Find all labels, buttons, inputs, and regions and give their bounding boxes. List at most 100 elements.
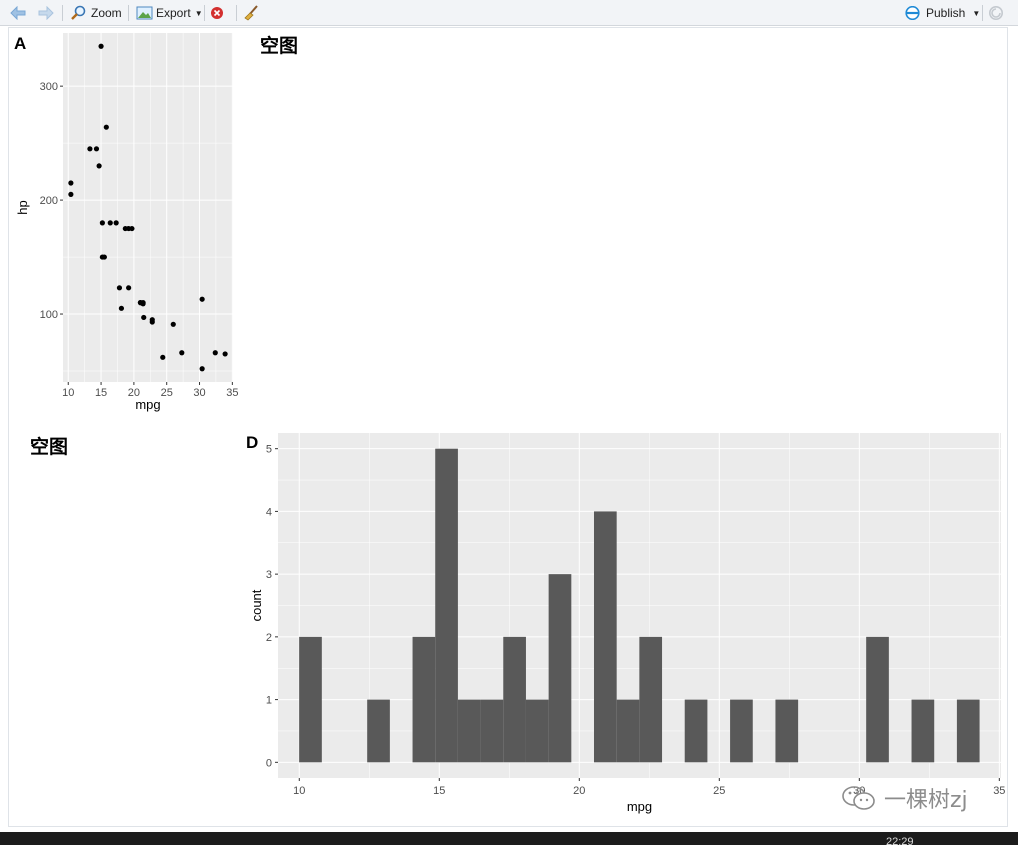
- back-arrow-icon[interactable]: [9, 3, 27, 23]
- toolbar-divider: [236, 5, 237, 21]
- x-tick-label: 35: [993, 785, 1005, 797]
- y-tick-label: 300: [40, 81, 58, 93]
- x-tick-label: 35: [226, 387, 238, 399]
- data-point: [107, 220, 113, 226]
- remove-plot-button[interactable]: [210, 3, 224, 23]
- data-point: [170, 321, 176, 327]
- data-point: [99, 254, 105, 260]
- x-tick-label: 10: [62, 387, 74, 399]
- x-axis-title: mpg: [135, 397, 160, 412]
- data-point: [98, 43, 104, 49]
- data-point: [141, 314, 147, 321]
- y-tick-label: 3: [266, 569, 272, 581]
- chevron-down-icon: ▼: [194, 8, 203, 18]
- publish-button[interactable]: Publish ▼: [904, 3, 980, 23]
- data-point: [87, 146, 93, 152]
- toolbar-divider: [204, 5, 205, 21]
- histogram-bar: [480, 699, 504, 763]
- y-tick-label: 4: [266, 506, 272, 518]
- data-point: [149, 317, 155, 323]
- histogram-bar: [457, 699, 481, 763]
- watermark: 一棵树zj: [840, 782, 968, 814]
- histogram-bar: [367, 699, 390, 763]
- refresh-icon: [989, 6, 1003, 20]
- export-button[interactable]: Export ▼: [136, 3, 203, 23]
- scatter-chart: 10 15 20 25 30 35100200300mpghp: [15, 33, 238, 412]
- histogram-bar: [866, 636, 889, 763]
- y-tick-label: 1: [266, 695, 272, 707]
- data-point: [179, 350, 185, 356]
- histogram-bar: [548, 574, 572, 763]
- y-axis-title: count: [249, 589, 264, 621]
- histogram-bar: [593, 511, 617, 763]
- data-point: [118, 305, 125, 311]
- x-tick-label: 15: [433, 785, 445, 797]
- refresh-button[interactable]: [988, 3, 1004, 23]
- plot-panel-background: [63, 33, 233, 382]
- y-tick-label: 2: [266, 632, 272, 644]
- histogram-bar: [299, 636, 322, 763]
- histogram-bar: [435, 448, 458, 763]
- histogram-bar: [503, 636, 526, 763]
- wechat-icon: [842, 786, 875, 810]
- y-axis-title: hp: [15, 200, 30, 214]
- x-tick-label: 30: [193, 387, 205, 399]
- panel-b-empty-label: 空图: [260, 35, 299, 57]
- data-point: [116, 285, 123, 291]
- data-point: [113, 220, 119, 226]
- toolbar-divider: [982, 5, 983, 21]
- panel-d-tag: D: [246, 433, 259, 452]
- x-tick-label: 25: [161, 387, 173, 399]
- data-point: [99, 220, 105, 226]
- magnifier-icon: [71, 5, 86, 20]
- histogram-bar: [525, 699, 549, 763]
- data-point: [96, 163, 102, 169]
- status-bar: 22:29: [0, 832, 1018, 848]
- broom-icon: [244, 5, 258, 21]
- export-image-icon: [136, 6, 153, 20]
- y-tick-label: 5: [266, 444, 272, 456]
- data-point: [126, 285, 132, 291]
- y-tick-label: 0: [266, 757, 272, 769]
- histogram-bar: [956, 699, 980, 763]
- data-point: [103, 124, 109, 130]
- publish-icon: [905, 6, 920, 20]
- zoom-button[interactable]: Zoom: [70, 3, 122, 23]
- forward-arrow-icon[interactable]: [37, 3, 55, 23]
- x-tick-label: 15: [95, 387, 107, 399]
- data-point: [199, 296, 205, 302]
- x-tick-label: 10: [293, 785, 305, 797]
- data-point: [68, 180, 74, 186]
- export-label: Export: [156, 6, 191, 20]
- histogram-bar: [412, 636, 436, 763]
- y-tick-label: 200: [40, 195, 58, 207]
- data-point: [199, 366, 205, 372]
- data-point: [212, 350, 218, 356]
- histogram-bar: [775, 699, 799, 763]
- histogram-bar: [730, 699, 753, 763]
- plot-panel-background: [278, 433, 1001, 778]
- plots-toolbar: Zoom Export ▼ Publish ▼: [0, 0, 1018, 26]
- histogram-bar: [684, 699, 708, 763]
- watermark-text: 一棵树zj: [884, 788, 968, 813]
- histogram-bar: [639, 636, 663, 763]
- histogram-bar: [616, 699, 640, 763]
- zoom-label: Zoom: [91, 6, 122, 20]
- remove-icon: [211, 7, 223, 19]
- toolbar-divider: [62, 5, 63, 21]
- panel-c-empty-label: 空图: [30, 436, 69, 458]
- clear-plots-button[interactable]: [243, 3, 259, 23]
- histogram-bar: [911, 699, 935, 763]
- plot-viewer: A 空图 空图 D 10 15 20 25 30 35 100 200 300 mpg hp 10 1…: [8, 27, 1008, 827]
- toolbar-divider: [128, 5, 129, 21]
- x-tick-label: 20: [573, 785, 585, 797]
- publish-label: Publish: [926, 6, 966, 20]
- x-tick-label: 25: [713, 785, 725, 797]
- x-axis-title: mpg: [627, 799, 652, 814]
- data-point: [222, 351, 228, 357]
- y-tick-label: 100: [40, 309, 58, 321]
- data-point: [160, 354, 166, 360]
- chevron-down-icon: ▼: [972, 8, 981, 18]
- data-point: [68, 191, 74, 197]
- data-point: [140, 301, 146, 307]
